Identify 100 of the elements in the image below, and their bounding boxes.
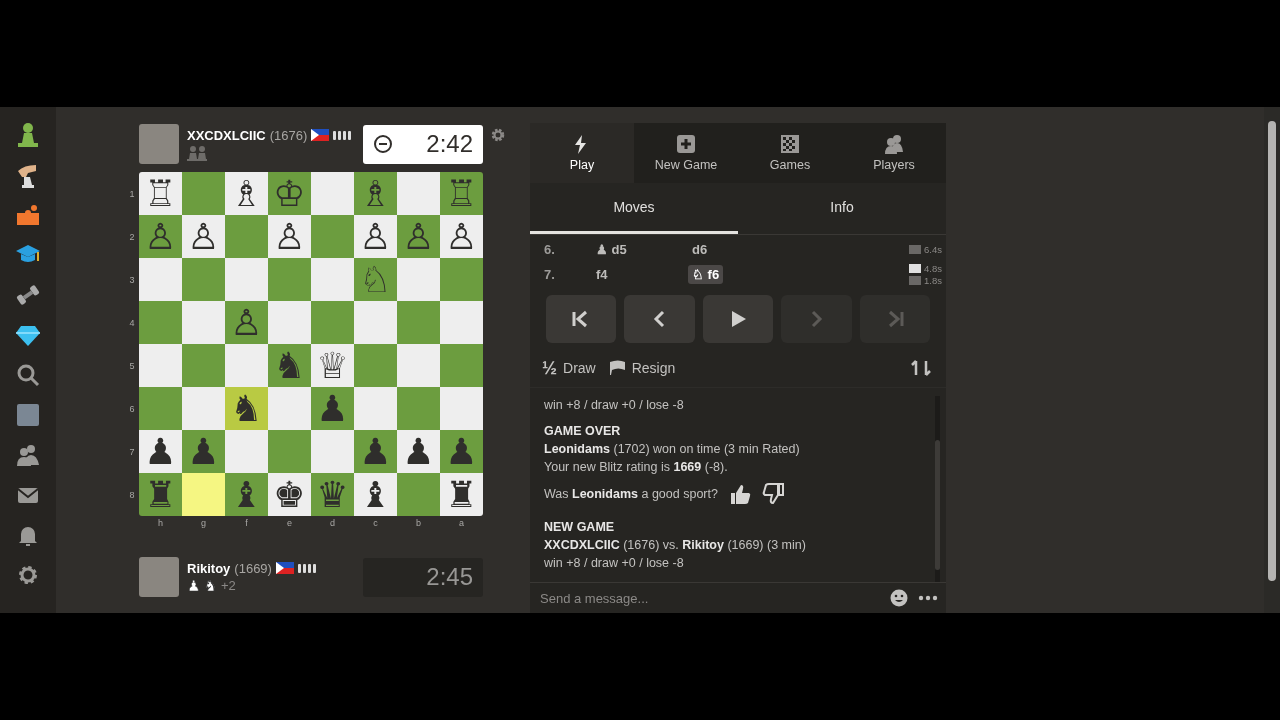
board-square[interactable] — [397, 344, 440, 387]
move-time: 4.8s — [924, 263, 942, 274]
board-square[interactable] — [225, 258, 268, 301]
player-name[interactable]: XXCDXLCIIC — [187, 127, 266, 143]
board-square[interactable] — [182, 301, 225, 344]
player-rating: (1669) — [234, 560, 272, 576]
move[interactable]: ♟ d5 — [592, 240, 631, 259]
nav-tab[interactable]: New Game — [634, 123, 738, 183]
board-square[interactable] — [440, 344, 483, 387]
nav-tab[interactable]: Games — [738, 123, 842, 183]
captured-piece: ♞ — [204, 577, 217, 594]
move[interactable]: f4 — [592, 265, 612, 284]
board-square[interactable] — [440, 387, 483, 430]
chat-heading: NEW GAME — [544, 519, 616, 536]
scrollbar-thumb[interactable] — [935, 440, 940, 570]
rank-label: 4 — [128, 316, 136, 330]
chat-message: Was Leonidams a good sport? — [544, 486, 718, 503]
board-square[interactable] — [354, 387, 397, 430]
avatar-photo[interactable] — [14, 401, 42, 429]
rank-label: 1 — [128, 187, 136, 201]
board-square[interactable] — [182, 473, 225, 516]
move-time: 6.4s — [924, 244, 942, 255]
player-rating: (1676) — [269, 127, 308, 143]
board-square[interactable] — [139, 258, 182, 301]
rank-label: 6 — [128, 402, 136, 416]
board-square[interactable] — [397, 172, 440, 215]
file-label: d — [329, 517, 336, 530]
board-square[interactable] — [182, 172, 225, 215]
board-square[interactable] — [311, 430, 354, 473]
rank-label: 3 — [128, 273, 136, 287]
board-square[interactable] — [139, 344, 182, 387]
board-square[interactable] — [268, 258, 311, 301]
board-square[interactable] — [182, 258, 225, 301]
board-square[interactable] — [225, 215, 268, 258]
emoji-icon[interactable] — [890, 589, 908, 607]
board-square[interactable] — [139, 387, 182, 430]
connection-icon — [333, 130, 354, 140]
board-square[interactable] — [440, 301, 483, 344]
nav-tab[interactable]: Players — [842, 123, 946, 183]
flag-icon — [275, 562, 294, 574]
board-square[interactable] — [354, 344, 397, 387]
flag-icon — [607, 360, 626, 376]
board-square[interactable] — [311, 215, 354, 258]
clock: 2:45 — [363, 557, 483, 597]
chat-message: Your new Blitz rating is 1669 (-8). — [544, 459, 729, 476]
panel-tab[interactable]: Info — [738, 183, 946, 234]
connection-icon — [297, 563, 318, 573]
nav-tab[interactable]: Play — [530, 123, 634, 183]
board-square[interactable] — [354, 301, 397, 344]
board-square[interactable] — [268, 387, 311, 430]
chat-message: win +8 / draw +0 / lose -8 — [544, 555, 685, 572]
chat-message: XXCDXLCIIC (1676) vs. Rikitoy (1669) (3 min) — [544, 537, 807, 554]
file-label: h — [157, 517, 164, 530]
rank-label: 2 — [128, 230, 136, 244]
first-button[interactable] — [546, 295, 617, 343]
board-square[interactable] — [397, 301, 440, 344]
panel-tab[interactable]: Moves — [530, 183, 738, 234]
board-square[interactable] — [397, 473, 440, 516]
board-square[interactable] — [311, 301, 354, 344]
rank-label: 7 — [128, 445, 136, 459]
move[interactable]: d6 — [688, 240, 712, 259]
board-square[interactable] — [397, 258, 440, 301]
player-name[interactable]: Rikitoy — [187, 560, 231, 576]
clock-icon — [373, 134, 393, 154]
avatar-photo — [139, 124, 179, 164]
more-icon[interactable] — [918, 595, 938, 601]
board-square[interactable] — [139, 301, 182, 344]
captured-piece: ♟ — [187, 577, 200, 594]
move-time: 1.8s — [924, 275, 942, 286]
chat-message: Leonidams (1702) won on time (3 min Rated) — [544, 441, 801, 458]
board-square[interactable] — [268, 301, 311, 344]
draw-button[interactable]: ½ Draw — [542, 357, 596, 379]
previous-button[interactable] — [624, 295, 695, 343]
file-label: e — [286, 517, 293, 530]
board-square[interactable] — [225, 430, 268, 473]
flag-icon — [311, 129, 330, 141]
move[interactable]: ♘ f6 — [688, 265, 724, 284]
board-square[interactable] — [311, 258, 354, 301]
file-label: f — [244, 517, 249, 530]
board-square[interactable] — [182, 344, 225, 387]
file-label: b — [415, 517, 422, 530]
move-number: 6. — [544, 242, 556, 257]
scrollbar-thumb[interactable] — [1268, 121, 1276, 581]
settings-icon[interactable] — [490, 127, 506, 143]
play-button[interactable] — [702, 295, 774, 343]
board-square[interactable] — [311, 172, 354, 215]
file-label: a — [458, 517, 465, 530]
message-input[interactable]: Send a message... — [538, 589, 880, 607]
thumbs-down-icon[interactable] — [761, 482, 786, 506]
rank-label: 8 — [128, 488, 136, 502]
board-square[interactable] — [268, 430, 311, 473]
file-label: g — [200, 517, 207, 530]
material-advantage: +2 — [221, 578, 236, 593]
chat-message: win +8 / draw +0 / lose -8 — [544, 397, 685, 414]
board-square[interactable] — [225, 344, 268, 387]
checkerboard-icon — [780, 134, 800, 154]
board-square[interactable] — [397, 387, 440, 430]
board-square[interactable] — [182, 387, 225, 430]
resign-button[interactable]: Resign — [607, 360, 676, 376]
board-square[interactable] — [440, 258, 483, 301]
